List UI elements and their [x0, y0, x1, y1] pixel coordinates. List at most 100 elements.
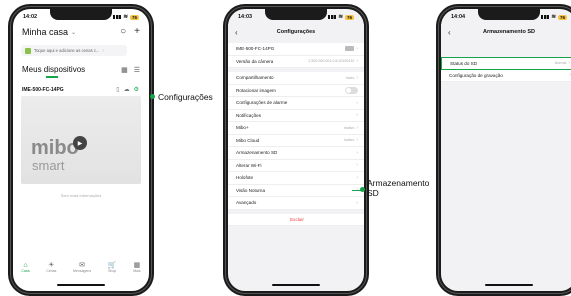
search-icon[interactable]: ○ [120, 26, 126, 37]
row-label: Status do SD [450, 60, 478, 66]
phone-settings: 14:03 ≋ 76 ‹ Configurações IME-500-FC-14P… [223, 4, 369, 296]
settings-row[interactable]: Mibo+ Inativo › [228, 122, 364, 135]
row-label: IME-500-FC-14PG [236, 46, 275, 52]
scene-banner[interactable]: Toque aqui e adicione as cenas c... › [21, 45, 127, 56]
row-value-group: Inativo › [344, 137, 358, 143]
row-value-group: Normal › [555, 60, 570, 66]
chevron-right-icon: › [356, 174, 358, 181]
battery-icon: 76 [557, 14, 567, 20]
row-value-group: › [356, 200, 358, 206]
settings-row[interactable]: Visão Noturna› [228, 184, 364, 197]
cloud-icon[interactable]: ☁ [124, 86, 130, 93]
list-view-icon[interactable]: ☰ [134, 66, 140, 74]
back-icon[interactable]: ‹ [235, 28, 238, 37]
status-time: 14:02 [23, 14, 38, 20]
add-icon[interactable]: + [134, 26, 140, 37]
chevron-right-icon: › [356, 112, 358, 119]
grid-icon: ▦ [133, 262, 141, 269]
camera-name[interactable]: IME-500-FC-14PG [22, 87, 64, 93]
tab-casa[interactable]: ⌂ Casa [21, 262, 29, 273]
settings-row[interactable]: Avançado › [228, 197, 364, 210]
chevron-right-icon: › [356, 199, 358, 206]
row-value-group: Vazio › [346, 75, 358, 81]
sd-screen: 14:04 ≋ 76 ‹ Armazenamento SD Status do S… [441, 9, 571, 291]
tab-label: Shop [108, 269, 117, 273]
chevron-right-icon: › [356, 58, 358, 65]
row-label: Armazenamento SD [236, 150, 278, 156]
status-time: 14:03 [238, 14, 253, 20]
row-label: Mibo+ [236, 125, 249, 131]
tab-label: Mensagens [73, 269, 92, 273]
row-value-group: Inativo › [344, 125, 358, 131]
settings-row[interactable]: Compartilhamento Vazio › [228, 72, 364, 85]
phone-home: 14:02 ≋ 76 Minha casa ⌄ ○ + Toque aqui e … [8, 4, 154, 296]
play-icon[interactable]: ▶ [73, 136, 87, 150]
home-indicator [485, 283, 533, 286]
row-value: 2.500.000.001.0.8.20190410 [308, 59, 355, 64]
camera-preview[interactable]: mibo smart ▶ [21, 96, 141, 184]
sd-list: Status do SD Normal › Configuração de grava… [441, 57, 571, 82]
status-bar: 14:03 ≋ 76 [228, 11, 364, 23]
chevron-right-icon: › [356, 149, 358, 156]
row-label: Avançado [236, 200, 257, 206]
phone-sd: 14:04 ≋ 76 ‹ Armazenamento SD Status do S… [436, 4, 571, 296]
home-title: Minha casa [22, 27, 69, 37]
settings-row[interactable]: Versão da câmera 2.500.000.001.0.8.201904… [228, 55, 364, 68]
wifi-icon: ≋ [338, 14, 343, 20]
settings-list: IME-500-FC-14PG › Versão da câmera 2.500.00… [228, 43, 364, 226]
row-value: Inativo [343, 138, 355, 143]
home-selector[interactable]: Minha casa ⌄ [22, 27, 76, 37]
row-label: Excluir [290, 216, 304, 222]
row-label: Rotacionar imagem [236, 87, 276, 93]
home-icon: ⌂ [23, 261, 28, 269]
settings-row[interactable]: Configurações de alarme › [228, 97, 364, 110]
tab-label: Casa [21, 268, 30, 273]
bulb-icon: ☀ [48, 262, 55, 269]
row-label: Configurações de alarme [236, 100, 288, 106]
chevron-right-icon: › [356, 137, 358, 144]
row-value: Inativo [343, 125, 355, 130]
smart-logo-text: smart [32, 158, 65, 173]
rotate-toggle[interactable] [345, 87, 358, 94]
row-value-group: › [345, 46, 358, 52]
settings-row[interactable]: Configuração de gravação › [441, 69, 571, 82]
settings-screen: 14:03 ≋ 76 ‹ Configurações IME-500-FC-14P… [228, 9, 364, 291]
row-value-group [345, 87, 358, 94]
wifi-icon: ≋ [551, 14, 556, 20]
settings-row[interactable]: Notificações › [228, 109, 364, 122]
banner-text: Toque aqui e adicione as cenas c... [34, 48, 100, 53]
mibo-logo-text: mibo [31, 137, 79, 159]
tab-label: Cenas [46, 269, 57, 273]
row-label: Notificações [236, 112, 262, 118]
cart-icon: 🛒 [107, 262, 117, 269]
row-label: Alterar Wi-Fi [236, 162, 262, 168]
row-label: Visão Noturna [236, 187, 266, 193]
row-value-group: 2.500.000.001.0.8.20190410 › [308, 58, 358, 64]
tab-bar: ⌂ Casa ☀ Cenas ✉ Mensagens 🛒 Shop ▦ Mais [13, 257, 149, 277]
settings-row[interactable]: IME-500-FC-14PG › [228, 43, 364, 56]
row-value-group: › [356, 162, 358, 168]
settings-row[interactable]: Holofote › [228, 172, 364, 185]
tab-shop[interactable]: 🛒 Shop [108, 261, 117, 273]
settings-row[interactable]: Armazenamento SD › [228, 147, 364, 160]
tab-cenas[interactable]: ☀ Cenas [46, 261, 56, 273]
row-value-group: › [356, 150, 358, 156]
status-bar: 14:02 ≋ 76 [13, 11, 149, 23]
tab-mensagens[interactable]: ✉ Mensagens [73, 261, 91, 273]
settings-row[interactable]: Status do SD Normal › [441, 57, 571, 70]
grid-view-icon[interactable]: ▦ [121, 66, 128, 74]
page-title: Armazenamento SD [483, 29, 535, 35]
back-icon[interactable]: ‹ [448, 28, 451, 37]
home-indicator [272, 283, 320, 286]
tab-mais[interactable]: ▦ Mais [133, 261, 140, 273]
settings-row[interactable]: Alterar Wi-Fi › [228, 159, 364, 172]
chevron-right-icon: › [102, 47, 105, 54]
gear-icon[interactable]: ⚙ [134, 86, 139, 93]
settings-row[interactable]: Mibo Cloud Inativo › [228, 134, 364, 147]
delete-button[interactable]: Excluir [228, 213, 364, 226]
settings-row[interactable]: Rotacionar imagem [228, 84, 364, 97]
sd-card-icon[interactable]: ▯ [116, 86, 119, 93]
no-more-info: Sem mais informações [60, 193, 102, 198]
row-value: Vazio [345, 75, 355, 80]
row-value-group: › [356, 112, 358, 118]
